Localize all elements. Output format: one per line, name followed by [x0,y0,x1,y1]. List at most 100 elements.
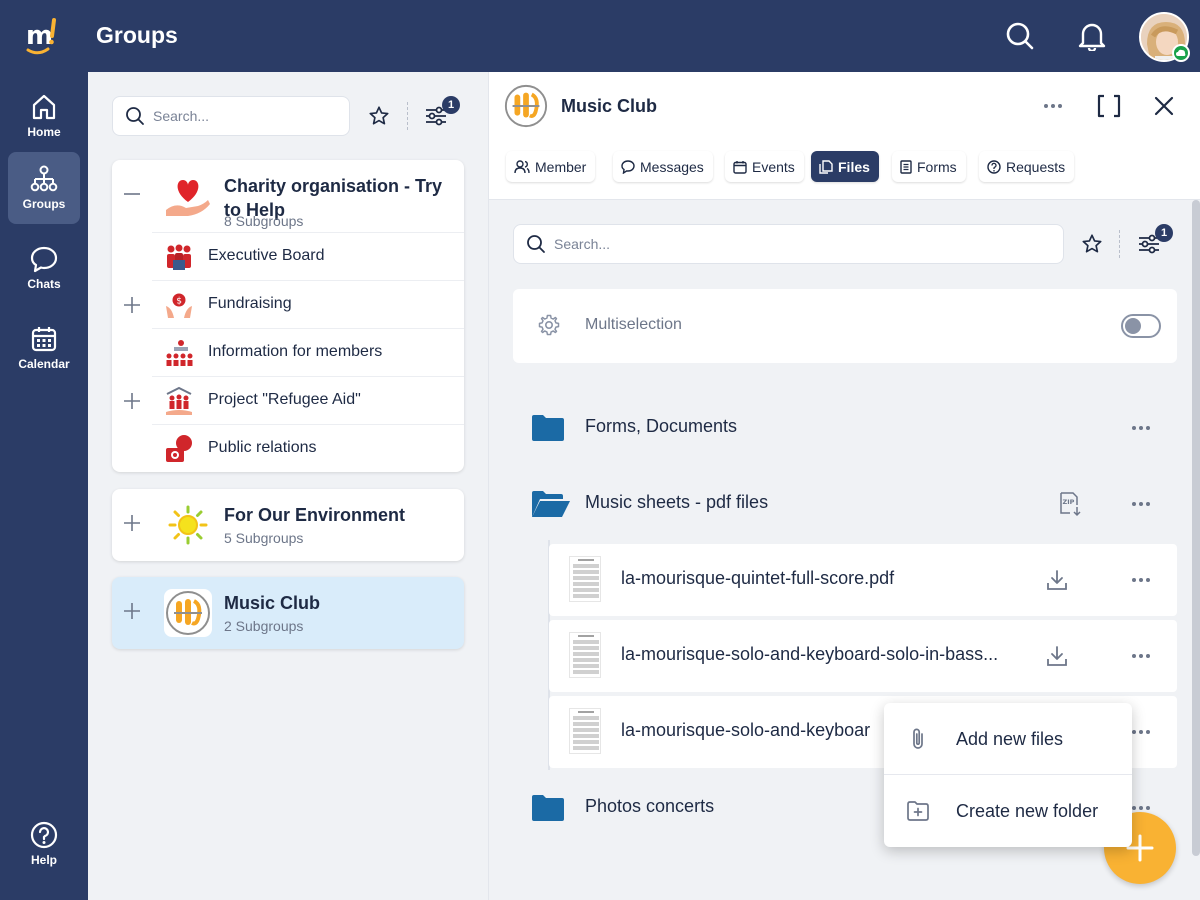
group-logo [164,172,212,220]
group-logo [164,501,212,549]
sidebar-item-calendar[interactable]: Calendar [8,312,80,384]
sidebar-item-label: Help [30,853,57,867]
group-title: For Our Environment [224,505,406,525]
group-title: Music Club [224,593,321,613]
download-icon[interactable] [1041,564,1073,596]
star-icon [369,106,389,125]
sidebar-item-chats[interactable]: Chats [8,232,80,304]
sidebar-item-label: Groups [22,197,66,211]
group-card[interactable]: Music Club 2 Subgroups [112,577,464,649]
search-placeholder: Search... [554,236,611,252]
folder-row[interactable]: Forms, Documents [513,393,1177,463]
files-icon [819,159,833,174]
subgroup-information-for-members[interactable]: Information for members [152,328,464,376]
more-options-icon[interactable] [1129,720,1153,744]
subgroup-label: Project "Refugee Aid" [208,391,361,408]
svg-text:$: $ [176,297,182,307]
folder-label: Music sheets - pdf files [585,492,769,512]
close-icon[interactable] [1148,90,1180,122]
subgroup-logo: $ [164,290,194,320]
filter-count-badge: 1 [442,96,460,114]
expand-icon[interactable] [122,601,142,621]
tab-label: Messages [640,158,704,175]
expand-icon[interactable] [122,295,142,315]
multiselection-toggle[interactable] [1121,314,1161,338]
chat-icon [30,246,58,273]
pdf-thumbnail [569,632,601,678]
sidebar-item-help[interactable]: Help [8,808,80,880]
subgroup-public-relations[interactable]: Public relations [152,424,464,472]
subgroup-label: Fundraising [208,295,292,312]
people-icon [514,159,530,173]
group-header[interactable]: Charity organisation - Try to Help 8 Sub… [112,160,464,232]
subgroup-logo [164,434,194,464]
group-card: Charity organisation - Try to Help 8 Sub… [112,160,464,472]
menu-item-add-new-files[interactable]: Add new files [884,703,1132,775]
scrollbar[interactable] [1192,200,1200,856]
tab-messages[interactable]: Messages [613,151,713,182]
more-options-icon[interactable] [1129,492,1153,516]
subgroup-logo [164,386,194,416]
filter-count-badge: 1 [1155,224,1173,242]
tab-files[interactable]: Files [811,151,879,182]
file-row[interactable]: la-mourisque-quintet-full-score.pdf [549,544,1177,616]
expand-icon[interactable] [122,391,142,411]
tab-requests[interactable]: Requests [979,151,1075,182]
expand-icon[interactable] [122,513,142,533]
favorites-star-button[interactable] [1076,228,1108,260]
groups-search-input[interactable]: Search... [112,96,350,136]
tab-forms[interactable]: Forms [892,151,966,182]
files-search-input[interactable]: Search... [513,224,1064,264]
group-card[interactable]: For Our Environment 5 Subgroups [112,489,464,561]
zip-download-icon[interactable]: ZIP [1055,488,1087,520]
group-subtitle: 2 Subgroups [224,618,304,634]
tab-label: Forms [917,158,957,175]
groups-icon [30,165,58,192]
svg-text:ZIP: ZIP [1063,498,1075,506]
detail-header: Music Club Member Messages Events Files … [489,72,1200,200]
tab-label: Events [752,158,795,175]
more-options-icon[interactable] [1041,94,1065,118]
pdf-thumbnail [569,556,601,602]
search-placeholder: Search... [153,108,210,124]
multiselection-row: Multiselection [513,289,1177,363]
favorites-star-button[interactable] [363,100,395,132]
menu-item-create-new-folder[interactable]: Create new folder [884,775,1132,847]
calendar-icon [31,327,57,352]
search-icon[interactable] [1002,18,1038,54]
sidebar-item-label: Home [27,125,61,139]
search-icon [527,235,545,253]
expand-icon[interactable] [1093,90,1125,122]
app-logo-icon[interactable]: m [22,14,66,58]
subgroup-label: Executive Board [208,247,325,264]
group-logo [164,589,212,637]
sidebar-item-home[interactable]: Home [8,80,80,152]
file-row[interactable]: la-mourisque-solo-and-keyboard-solo-in-b… [549,620,1177,692]
gear-icon [538,314,560,336]
more-options-icon[interactable] [1129,416,1153,440]
folder-open-icon [532,491,570,517]
more-options-icon[interactable] [1129,568,1153,592]
sidebar-item-label: Calendar [18,357,70,371]
download-icon[interactable] [1041,640,1073,672]
divider [407,102,408,130]
tab-member[interactable]: Member [506,151,596,182]
sidebar-item-groups[interactable]: Groups [8,152,80,224]
new-folder-icon [907,801,929,821]
folder-row[interactable]: Music sheets - pdf files ZIP [513,469,1177,539]
subgroup-executive-board[interactable]: Executive Board [152,232,464,280]
multiselection-label: Multiselection [585,316,682,333]
file-name: la-mourisque-quintet-full-score.pdf [621,568,895,588]
page-title: Groups [96,22,178,48]
menu-item-label: Create new folder [956,801,1099,821]
tab-events[interactable]: Events [725,151,804,182]
subgroup-label: Public relations [208,439,317,456]
subgroup-fundraising[interactable]: $ Fundraising [124,280,464,328]
bell-icon[interactable] [1074,18,1110,54]
question-icon [987,159,1001,174]
subgroup-project-refugee-aid[interactable]: Project "Refugee Aid" [124,376,464,424]
more-options-icon[interactable] [1129,644,1153,668]
collapse-icon[interactable] [122,184,142,204]
subgroup-logo [164,242,194,272]
star-icon [1082,234,1102,253]
